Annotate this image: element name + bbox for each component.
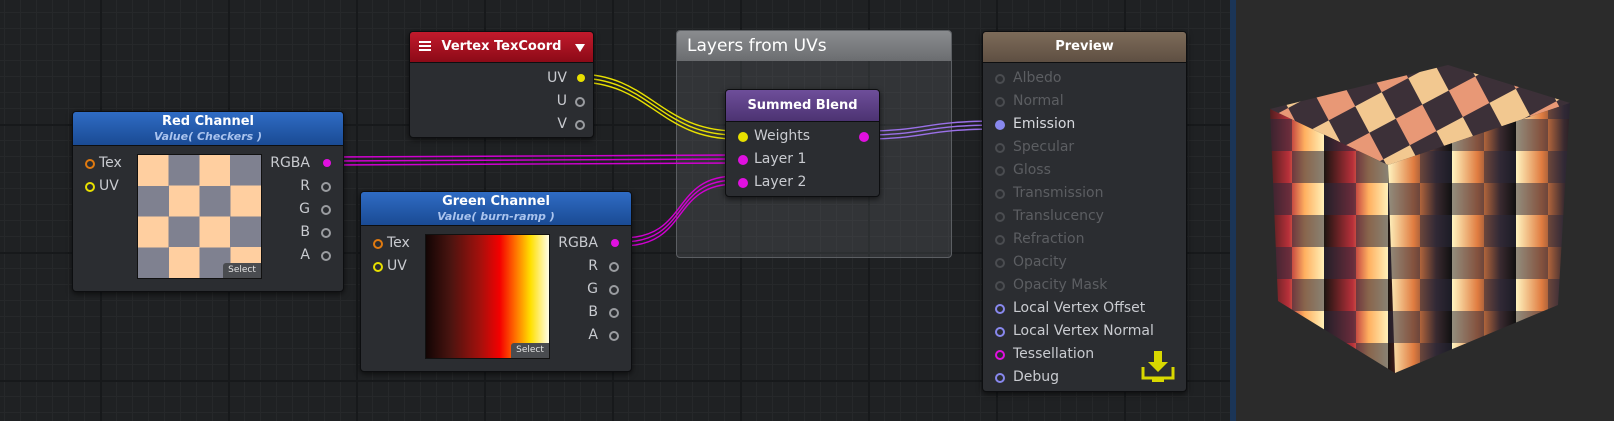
output-label-u: U — [556, 93, 567, 109]
node-subtitle: Value( burn-ramp ) — [437, 210, 555, 223]
input-pin-debug[interactable] — [995, 373, 1005, 383]
output-label-a: A — [300, 247, 310, 263]
input-label-specular: Specular — [1013, 139, 1075, 155]
input-pin-emission[interactable] — [995, 120, 1005, 130]
material-preview-cube[interactable] — [1260, 55, 1580, 389]
input-label-tessellation: Tessellation — [1013, 346, 1095, 362]
node-preview-output[interactable]: Preview Albedo Normal Emission Specular … — [982, 31, 1187, 392]
output-pin-g[interactable] — [321, 205, 331, 215]
node-title: Vertex TexCoord — [441, 39, 562, 54]
output-label-rgba: RGBA — [270, 155, 310, 171]
input-pin-refraction[interactable] — [995, 235, 1005, 245]
output-pin-a[interactable] — [609, 331, 619, 341]
output-pin-b[interactable] — [609, 308, 619, 318]
output-pin-rgba[interactable] — [323, 159, 331, 167]
output-pin-u[interactable] — [575, 97, 585, 107]
input-label-opacity-mask: Opacity Mask — [1013, 277, 1108, 293]
output-pin-r[interactable] — [609, 262, 619, 272]
node-vertex-texcoord[interactable]: Vertex TexCoord UV U V — [409, 31, 594, 138]
download-tray-icon[interactable] — [1140, 349, 1176, 383]
input-pin-local-vertex-offset[interactable] — [995, 304, 1005, 314]
node-header[interactable]: Red Channel Value( Checkers ) — [73, 112, 343, 146]
output-label-g: G — [299, 201, 310, 217]
input-pin-layer-2[interactable] — [738, 178, 748, 188]
input-label-translucency: Translucency — [1013, 208, 1104, 224]
node-header[interactable]: Vertex TexCoord — [410, 32, 593, 63]
input-label-emission: Emission — [1013, 116, 1076, 132]
group-title[interactable]: Layers from UVs — [677, 31, 951, 61]
input-pin-layer-1[interactable] — [738, 155, 748, 165]
output-label-uv: UV — [547, 70, 567, 86]
texture-thumbnail-checkers[interactable]: Select — [137, 154, 262, 279]
input-label-tex: Tex — [387, 235, 410, 251]
input-pin-albedo[interactable] — [995, 74, 1005, 84]
input-label-refraction: Refraction — [1013, 231, 1085, 247]
output-label-g: G — [587, 281, 598, 297]
input-label-uv: UV — [99, 178, 119, 194]
input-label-debug: Debug — [1013, 369, 1060, 385]
output-pin-v[interactable] — [575, 120, 585, 130]
triangle-down-icon[interactable] — [575, 44, 585, 52]
input-label-uv: UV — [387, 258, 407, 274]
node-subtitle: Value( Checkers ) — [153, 130, 263, 143]
input-pin-tessellation[interactable] — [995, 350, 1005, 360]
output-label-b: B — [588, 304, 598, 320]
input-label-layer-2: Layer 2 — [754, 174, 807, 190]
node-green-channel[interactable]: Green Channel Value( burn-ramp ) Tex UV … — [360, 191, 632, 372]
input-pin-gloss[interactable] — [995, 166, 1005, 176]
output-pin-r[interactable] — [321, 182, 331, 192]
cube-render — [1270, 65, 1570, 373]
output-pin-result[interactable] — [859, 132, 869, 142]
input-label-weights: Weights — [754, 128, 811, 144]
node-title: Summed Blend — [747, 98, 858, 113]
output-label-rgba: RGBA — [558, 235, 598, 251]
output-pin-b[interactable] — [321, 228, 331, 238]
select-texture-button[interactable]: Select — [511, 343, 549, 358]
input-pin-tex[interactable] — [373, 239, 383, 249]
output-pin-g[interactable] — [609, 285, 619, 295]
output-label-b: B — [300, 224, 310, 240]
input-label-normal: Normal — [1013, 93, 1064, 109]
input-label-local-vertex-offset: Local Vertex Offset — [1013, 300, 1146, 316]
input-pin-uv[interactable] — [85, 182, 95, 192]
node-red-channel[interactable]: Red Channel Value( Checkers ) Tex UV Sel… — [72, 111, 344, 292]
hamburger-menu-icon[interactable] — [419, 40, 431, 52]
input-pin-tex[interactable] — [85, 159, 95, 169]
input-label-gloss: Gloss — [1013, 162, 1051, 178]
input-pin-opacity-mask[interactable] — [995, 281, 1005, 291]
node-summed-blend[interactable]: Summed Blend Weights Layer 1 Layer 2 — [725, 89, 880, 197]
output-pin-rgba[interactable] — [611, 239, 619, 247]
node-header[interactable]: Preview — [983, 32, 1186, 63]
node-title: Red Channel — [161, 114, 254, 129]
output-label-a: A — [588, 327, 598, 343]
input-pin-transmission[interactable] — [995, 189, 1005, 199]
input-label-transmission: Transmission — [1013, 185, 1104, 201]
input-pin-local-vertex-normal[interactable] — [995, 327, 1005, 337]
input-pin-weights[interactable] — [738, 132, 748, 142]
node-header[interactable]: Summed Blend — [726, 90, 879, 122]
input-pin-uv[interactable] — [373, 262, 383, 272]
node-header[interactable]: Green Channel Value( burn-ramp ) — [361, 192, 631, 226]
select-texture-button[interactable]: Select — [223, 263, 261, 278]
output-label-r: R — [588, 258, 598, 274]
input-pin-specular[interactable] — [995, 143, 1005, 153]
input-label-tex: Tex — [99, 155, 122, 171]
input-label-layer-1: Layer 1 — [754, 151, 807, 167]
output-pin-uv[interactable] — [577, 74, 585, 82]
input-label-albedo: Albedo — [1013, 70, 1062, 86]
input-label-opacity: Opacity — [1013, 254, 1067, 270]
input-pin-opacity[interactable] — [995, 258, 1005, 268]
texture-thumbnail-burn-ramp[interactable]: Select — [425, 234, 550, 359]
output-label-r: R — [300, 178, 310, 194]
input-pin-normal[interactable] — [995, 97, 1005, 107]
node-title: Green Channel — [442, 194, 550, 209]
output-pin-a[interactable] — [321, 251, 331, 261]
input-label-local-vertex-normal: Local Vertex Normal — [1013, 323, 1154, 339]
output-label-v: V — [557, 116, 567, 132]
input-pin-translucency[interactable] — [995, 212, 1005, 222]
node-title: Preview — [1055, 39, 1114, 54]
